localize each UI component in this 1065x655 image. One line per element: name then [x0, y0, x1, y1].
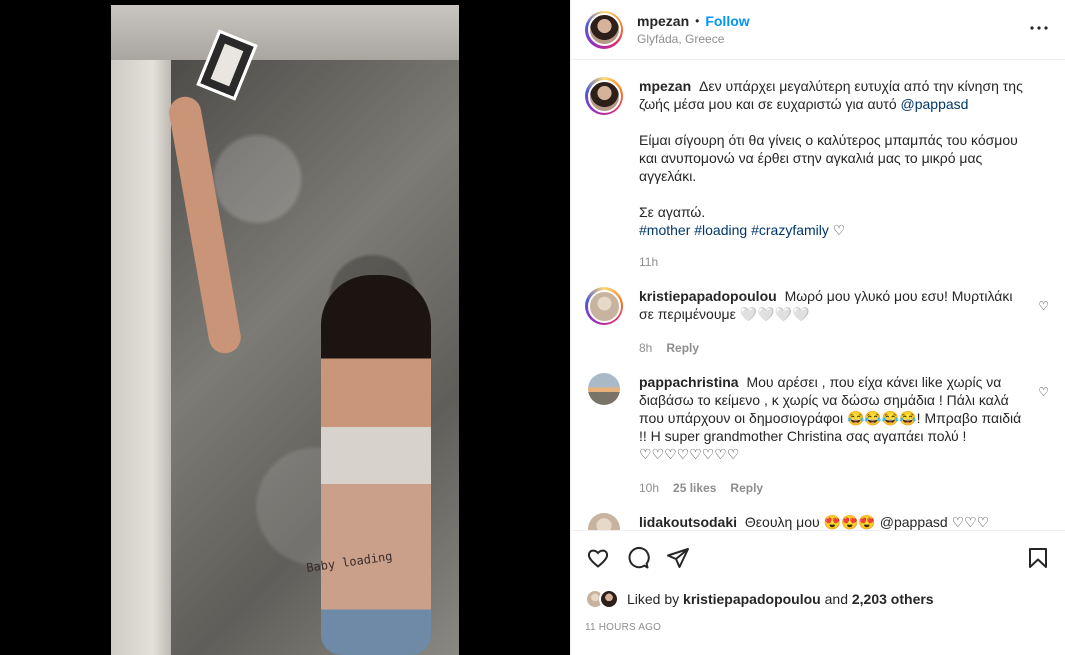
caption: mpezan Δεν υπάρχει μεγαλύτερη ευτυχία απ… [585, 77, 1049, 271]
comment-avatar[interactable] [588, 513, 620, 530]
caption-tags: #mother #loading #crazyfamily ♡ [639, 221, 1037, 239]
liked-by-prefix: Liked by [627, 591, 680, 607]
caption-mention[interactable]: @pappasd [901, 96, 969, 112]
post-modal: Baby loading mpezan • Follow Glyfáda, Gr… [0, 0, 1065, 655]
liked-by-user[interactable]: kristiepapadopoulou [683, 591, 821, 607]
heart-icon[interactable] [585, 545, 611, 571]
comment-time[interactable]: 8h [639, 339, 652, 357]
comment-avatar[interactable] [588, 373, 620, 405]
media-column: Baby loading [0, 0, 570, 655]
post-location[interactable]: Glyfáda, Greece [637, 32, 750, 46]
comment-icon[interactable] [625, 545, 651, 571]
more-icon[interactable] [1027, 16, 1051, 40]
post-photo[interactable]: Baby loading [111, 5, 459, 655]
comment-item: pappachristina Μου αρέσει , που είχα κάν… [585, 373, 1049, 497]
hashtag[interactable]: #crazyfamily [751, 222, 829, 238]
photo-wall [111, 5, 171, 655]
author-avatar[interactable] [585, 10, 623, 49]
hashtag[interactable]: #loading [694, 222, 747, 238]
caption-para2: Είμαι σίγουρη ότι θα γίνεις ο καλύτερος … [639, 132, 1018, 184]
comment-username[interactable]: lidakoutsodaki [639, 514, 737, 530]
photo-ceiling [111, 5, 459, 60]
post-header: mpezan • Follow Glyfáda, Greece [571, 0, 1065, 60]
comment-like-heart-icon[interactable]: ♡ [1038, 299, 1049, 313]
author-username[interactable]: mpezan [637, 13, 689, 29]
comments-list[interactable]: mpezan Δεν υπάρχει μεγαλύτερη ευτυχία απ… [571, 61, 1065, 530]
hashtag[interactable]: #mother [639, 222, 690, 238]
comment-username[interactable]: kristiepapadopoulou [639, 288, 777, 304]
liked-by-and: and [824, 591, 848, 607]
caption-time[interactable]: 11h [639, 253, 658, 271]
follow-button[interactable]: Follow [705, 13, 749, 29]
post-sidebar: mpezan • Follow Glyfáda, Greece mpezan Δ… [570, 0, 1065, 655]
comment-item: lidakoutsodaki Θεουλη μου 😍😍😍 @pappasd ♡… [585, 513, 1049, 530]
comment-text: Θεουλη μου 😍😍😍 @pappasd ♡♡♡ [744, 514, 990, 530]
caption-username[interactable]: mpezan [639, 78, 691, 94]
likes-count[interactable]: 2,203 others [852, 591, 934, 607]
comment-username[interactable]: pappachristina [639, 374, 739, 390]
comment-avatar[interactable] [585, 287, 623, 325]
caption-avatar[interactable] [585, 77, 623, 115]
photo-person [321, 275, 431, 655]
post-timestamp[interactable]: 11 HOURS AGO [585, 622, 1051, 633]
comment-time[interactable]: 10h [639, 479, 659, 497]
action-bar: Liked by kristiepapadopoulou and 2,203 o… [571, 530, 1065, 655]
caption-text: mpezan Δεν υπάρχει μεγαλύτερη ευτυχία απ… [639, 77, 1037, 113]
bookmark-icon[interactable] [1025, 545, 1051, 571]
share-icon[interactable] [665, 545, 691, 571]
reply-button[interactable]: Reply [666, 339, 699, 357]
separator-dot: • [695, 14, 700, 28]
heart-icon: ♡ [832, 222, 846, 238]
comment-item: kristiepapadopoulou Μωρό μου γλυκό μου ε… [585, 287, 1049, 357]
comment-likes[interactable]: 25 likes [673, 479, 716, 497]
likes-summary: Liked by kristiepapadopoulou and 2,203 o… [585, 589, 1051, 609]
liker-avatars [585, 589, 621, 609]
comment-like-heart-icon[interactable]: ♡ [1038, 385, 1049, 399]
caption-para3: Σε αγαπώ. [639, 204, 706, 220]
reply-button[interactable]: Reply [730, 479, 763, 497]
